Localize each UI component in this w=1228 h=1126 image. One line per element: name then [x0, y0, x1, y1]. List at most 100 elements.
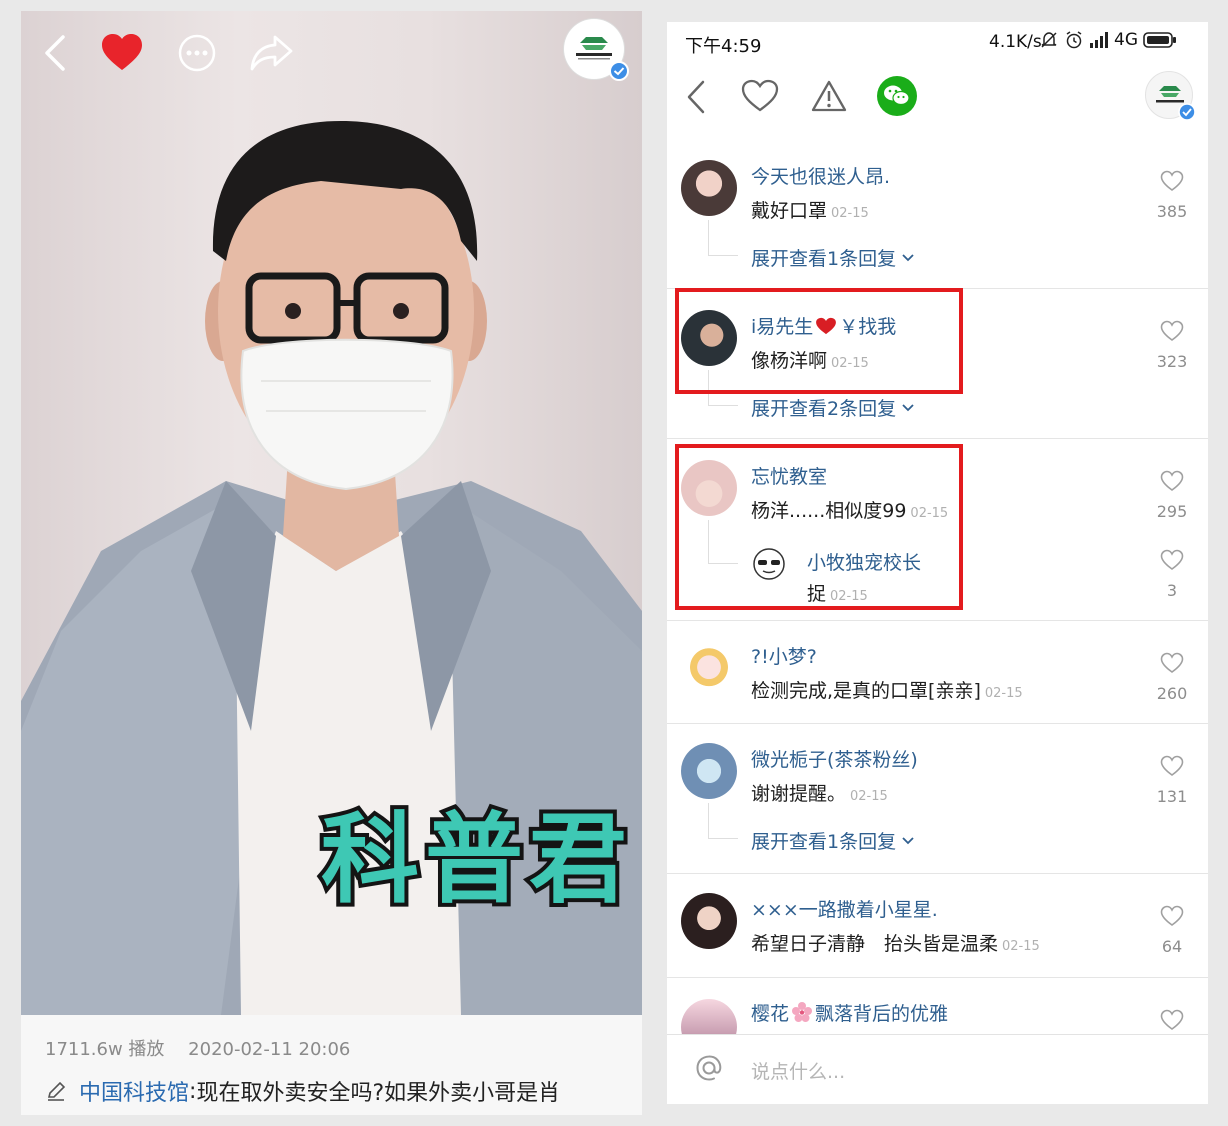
- comment-date: 02-15: [984, 686, 1023, 701]
- heart-icon: [1160, 320, 1184, 341]
- mute-icon: [1041, 32, 1057, 48]
- expand-replies-link[interactable]: 展开查看2条回复: [751, 394, 916, 421]
- comment-text: 希望日子清静 抬头皆是温柔: [751, 933, 999, 955]
- expand-replies-label: 展开查看1条回复: [751, 248, 897, 270]
- comment-text-row: 戴好口罩 02-15: [751, 196, 869, 223]
- comment-date: 02-15: [831, 206, 869, 221]
- comment-username[interactable]: 今天也很迷人昂.: [751, 162, 890, 189]
- heart-icon: [1160, 1009, 1184, 1030]
- username-text: 樱花: [751, 1003, 790, 1025]
- like-count: 295: [1156, 502, 1188, 521]
- avatar[interactable]: [681, 160, 737, 216]
- video-info: 1711.6w 播放 2020-02-11 20:06 中国科技馆 : 现在取外…: [21, 1015, 642, 1115]
- avatar[interactable]: [681, 893, 737, 949]
- expand-replies-link[interactable]: 展开查看1条回复: [751, 244, 916, 271]
- more-icon[interactable]: [177, 33, 217, 73]
- network-speed: 4.1K/s: [989, 32, 1042, 52]
- status-time: 下午4:59: [685, 36, 762, 57]
- like-button[interactable]: 131: [1151, 755, 1193, 806]
- thread-line: [708, 220, 738, 256]
- divider: [667, 723, 1208, 724]
- thread-line: [708, 803, 738, 839]
- mention-icon[interactable]: [693, 1052, 725, 1084]
- comment-text: 检测完成,是真的口罩[亲亲]: [751, 680, 981, 702]
- alarm-icon: [1066, 31, 1082, 49]
- divider: [667, 977, 1208, 978]
- play-count: 1711.6w 播放: [45, 1039, 165, 1060]
- wechat-share-icon[interactable]: [876, 75, 918, 117]
- comment-text: 谢谢提醒。: [751, 783, 847, 805]
- comment-input-bar[interactable]: 说点什么...: [667, 1034, 1208, 1104]
- status-icons: 4G: [1039, 30, 1177, 50]
- divider: [667, 873, 1208, 874]
- comment-username[interactable]: 樱花 飘落背后的优雅: [751, 999, 948, 1026]
- like-button[interactable]: 323: [1151, 320, 1193, 371]
- heart-icon: [1160, 170, 1184, 191]
- comments-list: 今天也很迷人昂. 戴好口罩 02-15 385 展开查看1条回复 i易先生 ￥找我 …: [667, 138, 1208, 1034]
- expand-replies-link[interactable]: 展开查看1条回复: [751, 827, 916, 854]
- highlight-box: [675, 288, 963, 394]
- comment-username[interactable]: 微光栀子(茶茶粉丝): [751, 745, 918, 772]
- description-text: 现在取外卖安全吗?如果外卖小哥是肖: [196, 1081, 561, 1106]
- like-button[interactable]: 64: [1151, 905, 1193, 956]
- divider: [667, 438, 1208, 439]
- comment-text-row: 检测完成,是真的口罩[亲亲] 02-15: [751, 676, 1023, 703]
- chevron-down-icon: [902, 836, 914, 844]
- avatar[interactable]: [681, 999, 737, 1034]
- like-count: 385: [1156, 202, 1188, 221]
- expand-replies-label: 展开查看1条回复: [751, 831, 897, 853]
- chevron-down-icon: [902, 403, 914, 411]
- like-button[interactable]: 295: [1151, 470, 1193, 521]
- status-bar: 下午4:59 4.1K/s 4G: [667, 22, 1208, 62]
- video-stats: 1711.6w 播放 2020-02-11 20:06: [45, 1035, 350, 1061]
- chevron-down-icon: [902, 253, 914, 261]
- video-description[interactable]: 中国科技馆 : 现在取外卖安全吗?如果外卖小哥是肖: [45, 1075, 560, 1107]
- like-count: 3: [1166, 581, 1178, 600]
- like-button[interactable]: [1151, 1009, 1193, 1034]
- back-icon[interactable]: [41, 33, 71, 73]
- divider: [667, 620, 1208, 621]
- heart-icon[interactable]: [741, 79, 779, 113]
- heart-icon: [1160, 905, 1184, 926]
- expand-replies-label: 展开查看2条回复: [751, 398, 897, 420]
- video-player[interactable]: 科普君: [21, 11, 642, 1015]
- like-button[interactable]: 260: [1151, 652, 1193, 703]
- comment-text-row: 谢谢提醒。 02-15: [751, 779, 888, 806]
- verified-badge-icon: [1178, 103, 1196, 121]
- video-panel: 科普君 1711.6w 播放 2020-02-11 20:06 中国科技馆: …: [21, 11, 642, 1115]
- comment-date: 02-15: [1002, 939, 1040, 954]
- cherry-blossom-icon: [792, 1002, 813, 1022]
- comment-date: 02-15: [850, 789, 888, 804]
- signal-icon: [1090, 32, 1108, 48]
- like-count: 323: [1156, 352, 1188, 371]
- highlight-box: [675, 444, 963, 610]
- comment-username[interactable]: ×××一路撒着小星星.: [751, 895, 938, 922]
- username-text-suffix: 飘落背后的优雅: [815, 1003, 949, 1025]
- like-count: 64: [1161, 937, 1183, 956]
- comment-text: 戴好口罩: [751, 200, 828, 222]
- back-icon[interactable]: [685, 79, 707, 115]
- description-author[interactable]: 中国科技馆: [79, 1075, 189, 1107]
- like-count: 260: [1156, 684, 1188, 703]
- report-icon[interactable]: [811, 79, 847, 113]
- heart-icon: [1160, 755, 1184, 776]
- heart-filled-icon[interactable]: [101, 33, 143, 73]
- verified-badge-icon: [609, 61, 629, 81]
- avatar[interactable]: [681, 743, 737, 799]
- description-separator: :: [189, 1078, 197, 1104]
- edit-icon: [47, 1081, 66, 1101]
- avatar[interactable]: [681, 642, 737, 698]
- network-type: 4G: [1114, 30, 1138, 50]
- heart-icon: [1160, 470, 1184, 491]
- comment-username[interactable]: ?!小梦?: [751, 642, 817, 669]
- like-count: 131: [1156, 787, 1188, 806]
- battery-icon: [1143, 32, 1176, 48]
- like-button[interactable]: 3: [1151, 549, 1193, 600]
- comments-navbar: [667, 67, 1208, 127]
- like-button[interactable]: 385: [1151, 170, 1193, 221]
- comment-text-row: 希望日子清静 抬头皆是温柔 02-15: [751, 929, 1040, 956]
- share-icon[interactable]: [249, 33, 293, 73]
- comments-panel: 下午4:59 4.1K/s 4G 今天也很迷人昂. 戴好口罩 02-15 385…: [667, 22, 1208, 1104]
- comment-input-placeholder[interactable]: 说点什么...: [751, 1057, 845, 1084]
- heart-icon: [1160, 549, 1184, 570]
